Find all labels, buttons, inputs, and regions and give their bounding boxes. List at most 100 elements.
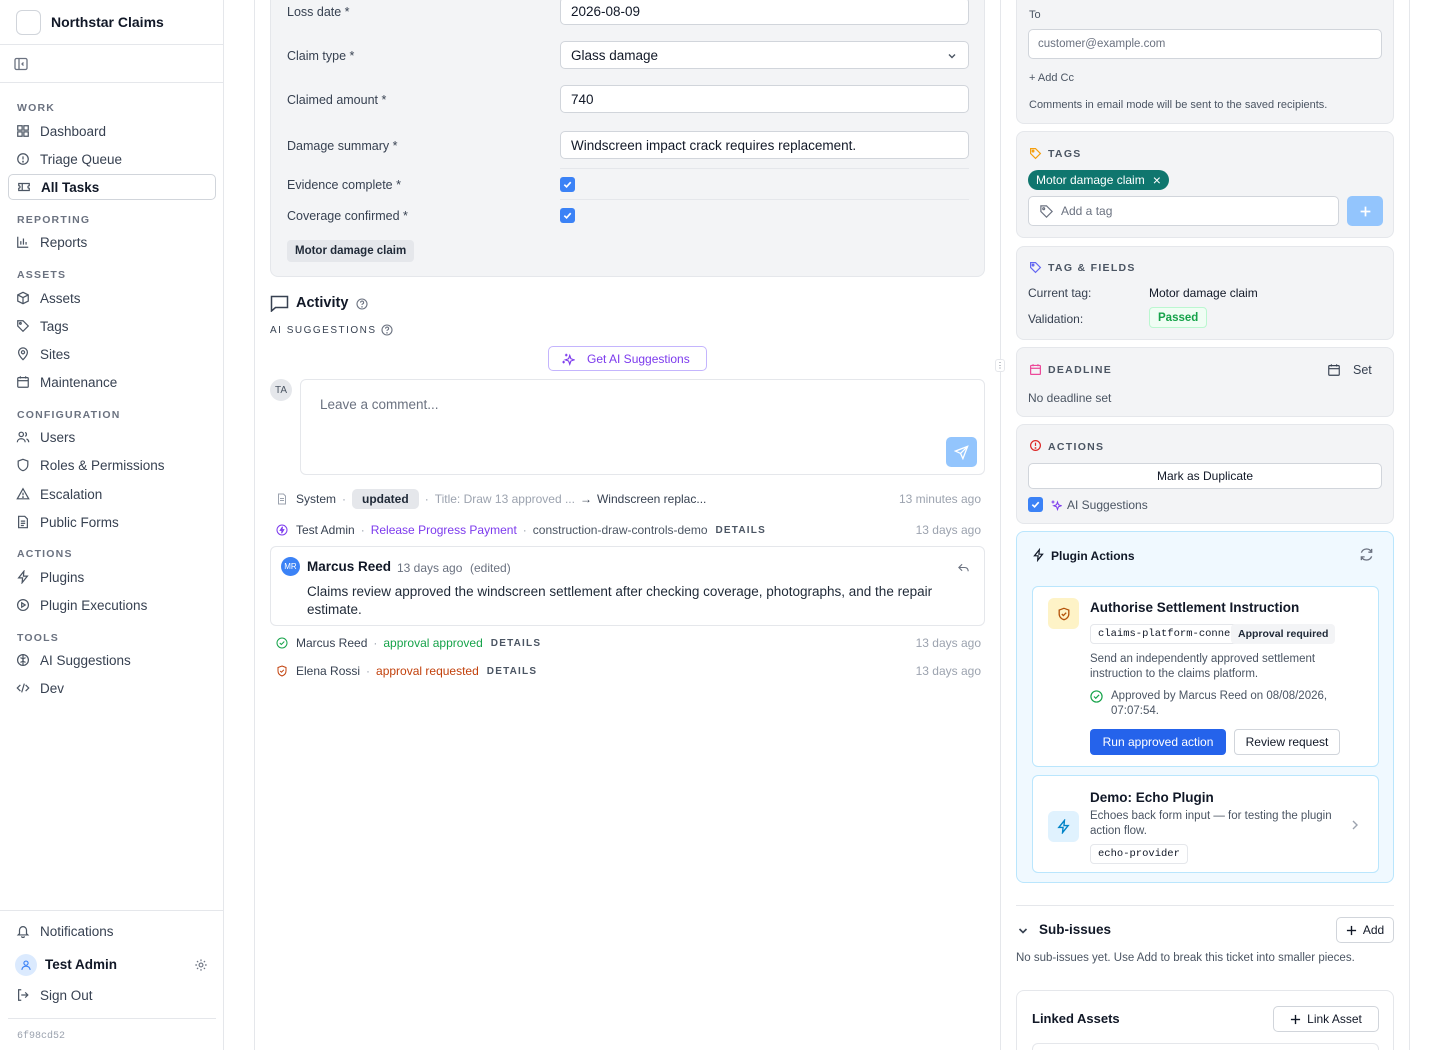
plugin-action-card[interactable]: Demo: Echo Plugin Echoes back form input… bbox=[1032, 775, 1379, 873]
claim-type-value: Glass damage bbox=[571, 47, 659, 63]
reply-icon[interactable] bbox=[957, 561, 970, 574]
sidebar-item-assets[interactable]: Assets bbox=[8, 285, 216, 311]
panel-resize-handle[interactable]: ⋮ bbox=[995, 359, 1005, 372]
approval-status: approval requested bbox=[376, 664, 479, 678]
sidebar-item-dev[interactable]: Dev bbox=[8, 675, 216, 701]
help-circle-icon[interactable] bbox=[356, 298, 368, 310]
claim-type-select[interactable]: Glass damage bbox=[560, 41, 969, 69]
sidebar-item-users[interactable]: Users bbox=[8, 424, 216, 450]
sidebar-item-triage-queue[interactable]: Triage Queue bbox=[8, 146, 216, 172]
sidebar-item-sites[interactable]: Sites bbox=[8, 341, 216, 367]
refresh-icon[interactable] bbox=[1359, 547, 1374, 562]
gear-icon[interactable] bbox=[194, 958, 208, 972]
add-tag-button[interactable] bbox=[1347, 196, 1383, 226]
evidence-complete-checkbox[interactable] bbox=[560, 177, 575, 192]
activity-actor: System bbox=[296, 492, 337, 506]
sidebar-item-plugins[interactable]: Plugins bbox=[8, 564, 216, 590]
sparkles-icon bbox=[1051, 499, 1062, 511]
tag-icon bbox=[17, 320, 30, 333]
ai-suggestions-checkbox[interactable] bbox=[1028, 497, 1043, 512]
current-tag-label: Current tag: bbox=[1028, 286, 1092, 300]
divider bbox=[1000, 0, 1001, 1050]
message-square-icon bbox=[270, 295, 289, 312]
get-ai-suggestions-button[interactable]: Get AI Suggestions bbox=[548, 346, 707, 371]
comment-input[interactable]: Leave a comment... bbox=[300, 379, 985, 475]
link-asset-button[interactable]: Link Asset bbox=[1273, 1006, 1379, 1032]
sidebar-item-label: Sites bbox=[40, 346, 71, 362]
notifications-link[interactable]: Notifications bbox=[8, 918, 216, 944]
add-cc-button[interactable]: + Add Cc bbox=[1029, 72, 1074, 84]
plugin-actions-panel: Plugin Actions Authorise Settlement Inst… bbox=[1016, 531, 1394, 883]
sidebar-toggle-icon[interactable] bbox=[13, 56, 29, 72]
plugin-action-title: Demo: Echo Plugin bbox=[1090, 790, 1214, 805]
claimed-amount-label: Claimed amount * bbox=[287, 93, 387, 107]
sidebar-item-reports[interactable]: Reports bbox=[8, 229, 216, 255]
sidebar-item-all-tasks[interactable]: All Tasks bbox=[8, 174, 216, 200]
comment-time: 13 days ago bbox=[397, 561, 463, 575]
details-toggle[interactable]: DETAILS bbox=[491, 638, 541, 649]
claimed-amount-field[interactable]: 740 bbox=[560, 85, 969, 113]
current-tag-chip: Motor damage claim × bbox=[1028, 170, 1169, 190]
details-toggle[interactable]: DETAILS bbox=[716, 525, 766, 536]
sidebar-item-maintenance[interactable]: Maintenance bbox=[8, 369, 216, 395]
chevron-down-icon[interactable] bbox=[1017, 925, 1029, 937]
sidebar-item-label: Reports bbox=[40, 234, 88, 250]
send-button[interactable] bbox=[946, 437, 977, 467]
calendar-icon bbox=[1328, 364, 1340, 376]
approval-note-text: Approved by Marcus Reed on 08/08/2026, 0… bbox=[1111, 690, 1328, 717]
alert-circle-icon bbox=[17, 153, 29, 165]
email-to-field[interactable]: customer@example.com bbox=[1028, 29, 1382, 59]
separator-dot: · bbox=[342, 492, 347, 506]
plus-icon bbox=[1360, 206, 1370, 216]
activity-title: Activity bbox=[296, 295, 349, 311]
brand-header[interactable]: Northstar Claims bbox=[0, 0, 223, 45]
activity-actor: Elena Rossi bbox=[296, 664, 361, 678]
set-deadline-button[interactable]: Set bbox=[1327, 363, 1372, 377]
separator-dot: · bbox=[373, 636, 378, 650]
ai-suggestions-toggle[interactable]: AI Suggestions bbox=[1028, 497, 1148, 512]
linked-asset-row bbox=[1032, 1043, 1379, 1050]
sidebar-item-label: Plugin Executions bbox=[40, 597, 148, 613]
approval-required-badge: Approval required bbox=[1231, 624, 1336, 644]
sidebar-item-dashboard[interactable]: Dashboard bbox=[8, 118, 216, 144]
sidebar-item-plugin-executions[interactable]: Plugin Executions bbox=[8, 592, 216, 618]
add-tag-input[interactable]: Add a tag bbox=[1028, 196, 1339, 226]
check-circle-icon bbox=[1090, 690, 1103, 703]
sidebar-item-escalation[interactable]: Escalation bbox=[8, 481, 216, 507]
activity-row: System · updated · Title: Draw 13 approv… bbox=[270, 489, 985, 509]
activity-time: 13 days ago bbox=[915, 664, 981, 678]
add-sub-issue-label: Add bbox=[1362, 923, 1385, 937]
check-icon bbox=[563, 212, 572, 219]
sidebar-item-public-forms[interactable]: Public Forms bbox=[8, 509, 216, 535]
mark-duplicate-button[interactable]: Mark as Duplicate bbox=[1028, 463, 1382, 489]
plugin-action-description: Send an independently approved settlemen… bbox=[1090, 653, 1316, 680]
claim-form: Loss date * 2026-08-09 Claim type * Glas… bbox=[270, 0, 985, 277]
divider bbox=[560, 199, 969, 200]
avatar[interactable] bbox=[15, 954, 37, 976]
tag-fields-card: TAG & FIELDS Current tag: Motor damage c… bbox=[1016, 246, 1394, 340]
approval-note: Approved by Marcus Reed on 08/08/2026, 0… bbox=[1090, 689, 1375, 719]
sidebar-item-label: AI Suggestions bbox=[40, 652, 131, 668]
activity-target: construction-draw-controls-demo bbox=[532, 523, 708, 537]
run-approved-action-button[interactable]: Run approved action bbox=[1090, 729, 1226, 755]
avatar: TA bbox=[270, 379, 292, 401]
damage-summary-field[interactable]: Windscreen impact crack requires replace… bbox=[560, 131, 969, 159]
sign-out-link[interactable]: Sign Out bbox=[8, 982, 216, 1008]
activity-row: Test Admin · Release Progress Payment · … bbox=[270, 520, 985, 540]
box-icon bbox=[17, 291, 29, 305]
add-sub-issue-button[interactable]: Add bbox=[1336, 917, 1394, 943]
bell-icon bbox=[16, 926, 30, 938]
separator-dot: · bbox=[360, 523, 365, 537]
help-circle-icon[interactable] bbox=[381, 324, 393, 336]
coverage-confirmed-checkbox[interactable] bbox=[560, 208, 575, 223]
plugin-action-card: Authorise Settlement Instruction claims-… bbox=[1032, 586, 1379, 767]
details-toggle[interactable]: DETAILS bbox=[487, 666, 537, 677]
review-request-button[interactable]: Review request bbox=[1234, 729, 1340, 755]
sidebar-item-roles-permissions[interactable]: Roles & Permissions bbox=[8, 452, 216, 478]
plugin-action-link[interactable]: Release Progress Payment bbox=[371, 523, 517, 537]
sidebar-item-tags[interactable]: Tags bbox=[8, 313, 216, 339]
loss-date-field[interactable]: 2026-08-09 bbox=[560, 0, 969, 25]
remove-tag-button[interactable]: × bbox=[1153, 172, 1161, 188]
damage-summary-label: Damage summary * bbox=[287, 139, 398, 153]
sidebar-item-ai-suggestions[interactable]: AI Suggestions bbox=[8, 647, 216, 673]
